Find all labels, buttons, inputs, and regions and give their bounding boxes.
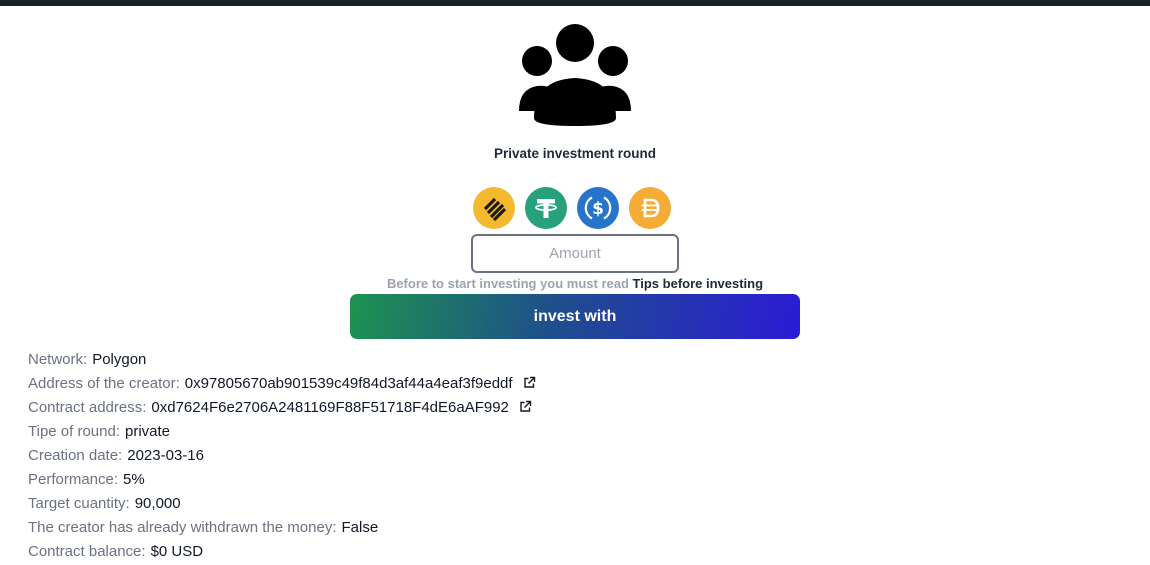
invest-button[interactable]: invest with xyxy=(350,294,800,339)
binance-coin-icon[interactable] xyxy=(473,187,515,229)
detail-creator-address: Address of the creator: 0x97805670ab90153… xyxy=(28,372,828,396)
detail-target-quantity: Target cuantity: 90,000 xyxy=(28,492,828,516)
detail-value: 0x97805670ab901539c49f84d3af44a4eaf3f9ed… xyxy=(184,375,513,392)
detail-contract-balance: Contract balance: $0 USD xyxy=(28,540,828,564)
detail-value: 0xd7624F6e2706A2481169F88F51718F4dE6aAF9… xyxy=(151,399,509,416)
detail-label: Performance: xyxy=(28,471,119,488)
detail-label: Address of the creator: xyxy=(28,375,180,392)
detail-label: Tipe of round: xyxy=(28,423,120,440)
external-link-icon[interactable] xyxy=(523,376,536,389)
external-link-icon[interactable] xyxy=(519,400,532,413)
page-title: Private investment round xyxy=(493,146,657,161)
detail-round-type: Tipe of round: private xyxy=(28,420,828,444)
detail-label: The creator has already withdrawn the mo… xyxy=(28,519,337,536)
detail-network: Network: Polygon xyxy=(28,348,828,372)
detail-withdrawn: The creator has already withdrawn the mo… xyxy=(28,516,828,540)
users-group-icon xyxy=(519,24,631,126)
detail-performance: Performance: 5% xyxy=(28,468,828,492)
detail-contract-address: Contract address: 0xd7624F6e2706A2481169F… xyxy=(28,396,828,420)
top-bar xyxy=(0,0,1150,6)
coin-selector: $ xyxy=(473,187,679,229)
detail-creation-date: Creation date: 2023-03-16 xyxy=(28,444,828,468)
amount-input[interactable] xyxy=(471,234,679,273)
detail-value: private xyxy=(125,423,171,440)
tether-icon[interactable] xyxy=(525,187,567,229)
detail-label: Creation date: xyxy=(28,447,123,464)
tips-notice: Before to start investing you must read … xyxy=(0,276,1150,291)
tips-prefix: Before to start investing you must read xyxy=(386,276,633,291)
dai-icon[interactable] xyxy=(629,187,671,229)
detail-label: Target cuantity: xyxy=(28,495,130,512)
detail-label: Contract balance: xyxy=(28,543,146,560)
detail-value: $0 USD xyxy=(150,543,204,560)
detail-value: Polygon xyxy=(92,351,147,368)
detail-value: 2023-03-16 xyxy=(127,447,204,464)
svg-text:$: $ xyxy=(592,199,604,219)
detail-label: Contract address: xyxy=(28,399,147,416)
detail-value: False xyxy=(341,519,379,536)
detail-value: 90,000 xyxy=(134,495,181,512)
tips-link[interactable]: Tips before investing xyxy=(633,276,764,291)
details-list: Network: Polygon Address of the creator: 0… xyxy=(28,348,828,564)
detail-label: Network: xyxy=(28,351,88,368)
detail-value: 5% xyxy=(123,471,145,488)
usdc-icon[interactable]: $ xyxy=(577,187,619,229)
